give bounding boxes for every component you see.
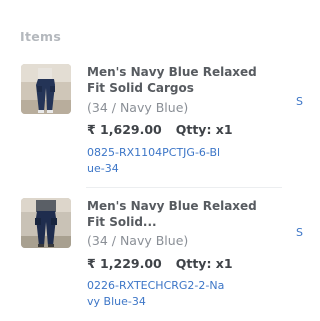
product-price: ₹ 1,629.00 bbox=[87, 122, 162, 137]
edge-link[interactable]: S bbox=[296, 226, 306, 239]
product-thumbnail[interactable] bbox=[21, 64, 71, 114]
product-sku-link[interactable]: 0226-RXTECHCRG2-2-Navy Blue-34 bbox=[87, 278, 227, 310]
price-qty-row: ₹ 1,629.00 Qtty: x1 bbox=[87, 122, 233, 137]
product-price: ₹ 1,229.00 bbox=[87, 256, 162, 271]
product-qty: Qtty: x1 bbox=[175, 256, 233, 271]
section-heading: Items bbox=[20, 29, 62, 44]
item-divider bbox=[86, 187, 282, 188]
product-sku-link[interactable]: 0825-RX1104PCTJG-6-Blue-34 bbox=[87, 145, 227, 177]
product-title: Men's Navy Blue Relaxed Fit Solid Cargos bbox=[87, 65, 257, 95]
product-image-icon bbox=[21, 64, 71, 114]
product-thumbnail[interactable] bbox=[21, 198, 71, 248]
product-title: Men's Navy Blue Relaxed Fit Solid... bbox=[87, 199, 257, 229]
price-qty-row: ₹ 1,229.00 Qtty: x1 bbox=[87, 256, 233, 271]
product-image-icon bbox=[21, 198, 71, 248]
edge-link[interactable]: S bbox=[296, 95, 306, 108]
product-qty: Qtty: x1 bbox=[175, 122, 233, 137]
product-variant: (34 / Navy Blue) bbox=[87, 233, 189, 248]
product-variant: (34 / Navy Blue) bbox=[87, 100, 189, 115]
